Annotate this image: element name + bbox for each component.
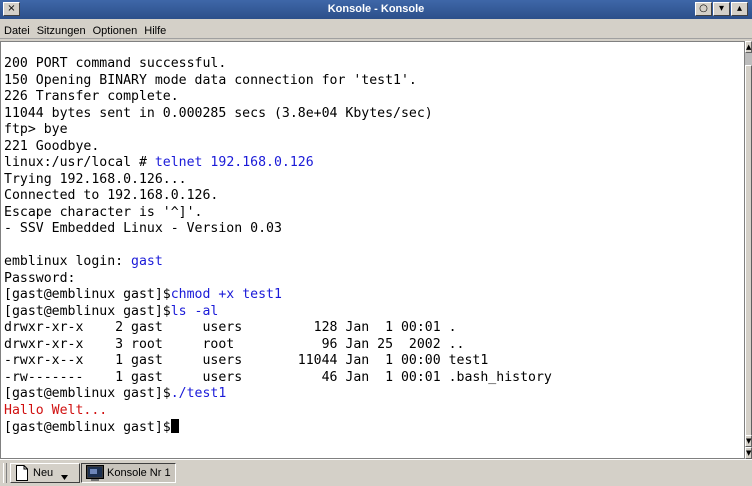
shell-prompt: [gast@emblinux gast]$	[4, 386, 171, 401]
maximize-button[interactable]: ▴	[731, 2, 748, 16]
terminal-line: 11044 bytes sent in 0.000285 secs (3.8e+…	[4, 105, 433, 121]
shell-prompt: linux:/usr/local #	[4, 155, 155, 170]
scroll-down-button[interactable]: ▼	[745, 435, 752, 447]
arrow-down-icon: ▼	[746, 437, 752, 445]
session-tab-konsole-1[interactable]: Konsole Nr 1	[81, 463, 176, 483]
arrow-down-icon: ▼	[746, 449, 752, 457]
menu-bar: Datei Sitzungen Optionen Hilfe	[0, 19, 752, 39]
shell-prompt: [gast@emblinux gast]$	[4, 420, 171, 435]
sticky-button[interactable]: ○	[695, 2, 712, 16]
arrow-up-icon: ▲	[746, 43, 752, 51]
chevron-down-icon	[61, 475, 68, 480]
scrollbar-thumb[interactable]	[745, 65, 752, 449]
terminal-area[interactable]: 200 PORT command successful. 150 Opening…	[0, 41, 745, 459]
minimize-button[interactable]: ▾	[713, 2, 730, 16]
menu-sitzungen[interactable]: Sitzungen	[33, 22, 89, 41]
menu-optionen[interactable]: Optionen	[89, 22, 141, 41]
konsole-window: × Konsole - Konsole ○ ▾ ▴ Datei Sitzungen…	[0, 0, 752, 486]
menu-hilfe[interactable]: Hilfe	[140, 22, 169, 41]
new-session-label: Neu	[33, 467, 54, 479]
scroll-up-button[interactable]: ▲	[745, 41, 752, 53]
typed-command: chmod +x test1	[170, 287, 282, 302]
terminal-line: drwxr-xr-x 2 gast users 128 Jan 1 00:01 …	[4, 320, 457, 335]
title-bar[interactable]: × Konsole - Konsole ○ ▾ ▴	[0, 0, 752, 19]
terminal-line: Trying 192.168.0.126...	[4, 171, 187, 187]
terminal-line: 226 Transfer complete.	[4, 89, 179, 104]
window-title: Konsole - Konsole	[327, 3, 425, 15]
scrollbar-track[interactable]	[745, 53, 752, 449]
terminal-output[interactable]: 200 PORT command successful. 150 Opening…	[4, 56, 552, 437]
shell-prompt: [gast@emblinux gast]$	[4, 303, 171, 319]
minimize-icon: ▾	[718, 3, 725, 14]
typed-command: ./test1	[170, 386, 227, 401]
terminal-line: 150 Opening BINARY mode data connection …	[4, 72, 417, 88]
terminal-line: 221 Goodbye.	[4, 138, 100, 154]
typed-command: telnet 192.168.0.126	[154, 155, 314, 170]
new-session-button[interactable]: Neu	[10, 463, 80, 483]
program-output: Hallo Welt...	[4, 402, 108, 418]
terminal-line: Connected to 192.168.0.126.	[4, 188, 219, 203]
terminal-line: - SSV Embedded Linux - Version 0.03	[4, 221, 282, 236]
terminal-line: -rw------- 1 gast users 46 Jan 1 00:01 .…	[4, 369, 552, 385]
menu-datei[interactable]: Datei	[0, 22, 33, 41]
terminal-line: drwxr-xr-x 3 root root 96 Jan 25 2002 ..	[4, 336, 465, 352]
shell-prompt: [gast@emblinux gast]$	[4, 287, 171, 302]
terminal-line: ftp> bye	[4, 122, 68, 137]
terminal-line: Escape character is '^]'.	[4, 204, 203, 220]
circle-icon: ○	[699, 3, 708, 14]
terminal-icon	[86, 465, 104, 481]
toolbar-grip[interactable]	[3, 463, 7, 483]
typed-command: ls -al	[170, 303, 219, 319]
terminal-line: 200 PORT command successful.	[4, 56, 227, 71]
session-tabbar: Neu Konsole Nr 1	[0, 459, 752, 486]
scroll-down-button-2[interactable]: ▼	[745, 447, 752, 459]
typed-command: gast	[131, 254, 163, 269]
text-cursor	[170, 419, 179, 433]
terminal-line: Password:	[4, 270, 76, 286]
new-document-icon	[16, 465, 28, 481]
session-tab-label: Konsole Nr 1	[107, 467, 171, 479]
terminal-line: -rwxr-x--x 1 gast users 11044 Jan 1 00:0…	[4, 353, 489, 368]
maximize-icon: ▴	[736, 3, 743, 14]
login-prompt: emblinux login:	[4, 254, 132, 269]
vertical-scrollbar[interactable]: ▲ ▼ ▼	[745, 41, 752, 459]
